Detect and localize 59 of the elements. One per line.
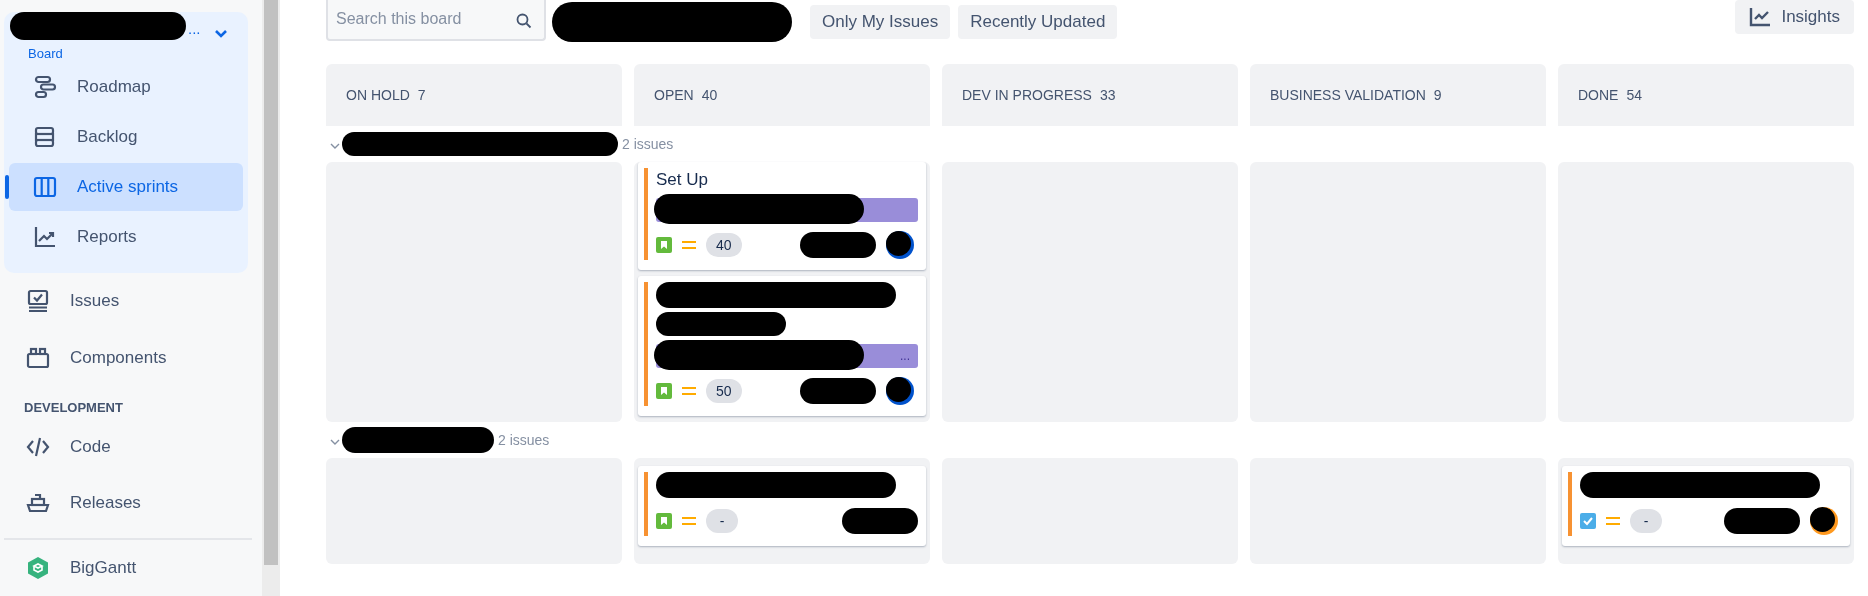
issue-card[interactable]: Set Up 40 — [638, 162, 926, 270]
nav-item[interactable]: Issues — [4, 275, 262, 328]
priority-icon — [1606, 516, 1620, 526]
bookmark-icon — [656, 237, 672, 253]
issue-count: 54 — [1626, 87, 1643, 103]
component-icon — [26, 345, 50, 370]
project-name[interactable]: ... — [188, 19, 201, 37]
board-icon — [33, 175, 57, 199]
search-field[interactable]: Search this board — [326, 0, 546, 41]
bookmark-icon — [656, 513, 672, 529]
epic-name: ... — [900, 349, 910, 363]
story-points: 50 — [706, 379, 742, 403]
swimlane-count: 2 issues — [622, 136, 674, 152]
issue-count: 7 — [417, 87, 426, 103]
card-title: Set Up — [656, 169, 709, 190]
nav-item[interactable]: Components — [4, 331, 262, 384]
story-points: 40 — [706, 233, 742, 257]
filter-button[interactable]: Only My Issues — [810, 5, 951, 39]
column-name: BUSINESS VALIDATION — [1270, 87, 1426, 103]
nav-item[interactable]: Releases — [4, 477, 262, 530]
issue-count: 9 — [1433, 87, 1442, 103]
column-name: DONE — [1578, 87, 1619, 103]
nav-item[interactable]: Roadmap — [9, 63, 243, 111]
search-icon — [516, 13, 532, 29]
chart-icon — [1749, 7, 1772, 27]
issue-count: 40 — [701, 87, 718, 103]
issue-card[interactable]: - — [1562, 466, 1850, 546]
column-name: ON HOLD — [346, 87, 410, 103]
backlog-icon — [33, 125, 57, 149]
bookmark-icon — [656, 383, 672, 399]
scrollbar[interactable] — [264, 0, 278, 565]
code-icon — [26, 435, 50, 459]
story-points: - — [1630, 509, 1662, 533]
swimlane-count: 2 issues — [498, 432, 550, 448]
chevron-icon[interactable] — [330, 142, 340, 150]
chevron-down-icon[interactable] — [214, 29, 228, 39]
monitor-icon — [26, 289, 50, 314]
priority-icon — [682, 386, 696, 396]
story-points: - — [706, 509, 738, 533]
issue-card[interactable]: ... 50 — [638, 276, 926, 416]
chart-icon — [33, 225, 57, 249]
issue-count: 33 — [1099, 87, 1116, 103]
column-name: OPEN — [654, 87, 694, 103]
nav-item[interactable]: Reports — [9, 213, 243, 261]
priority-icon — [682, 516, 696, 526]
hexagon-icon — [26, 555, 50, 580]
insights-button[interactable]: Insights — [1735, 0, 1854, 34]
column-name: DEV IN PROGRESS — [962, 87, 1092, 103]
nav-item[interactable]: BigGantt — [4, 541, 262, 595]
checkbox-icon — [1580, 513, 1596, 529]
nav-item[interactable]: Code — [4, 420, 262, 474]
roadmap-icon — [33, 75, 57, 99]
filter-button[interactable]: Recently Updated — [958, 5, 1118, 39]
section-heading: DEVELOPMENT — [23, 398, 124, 417]
issue-card[interactable]: - — [638, 466, 926, 546]
board-label: Board — [27, 45, 64, 61]
chevron-icon[interactable] — [330, 438, 340, 446]
nav-item[interactable]: Backlog — [9, 113, 243, 161]
priority-icon — [682, 240, 696, 250]
